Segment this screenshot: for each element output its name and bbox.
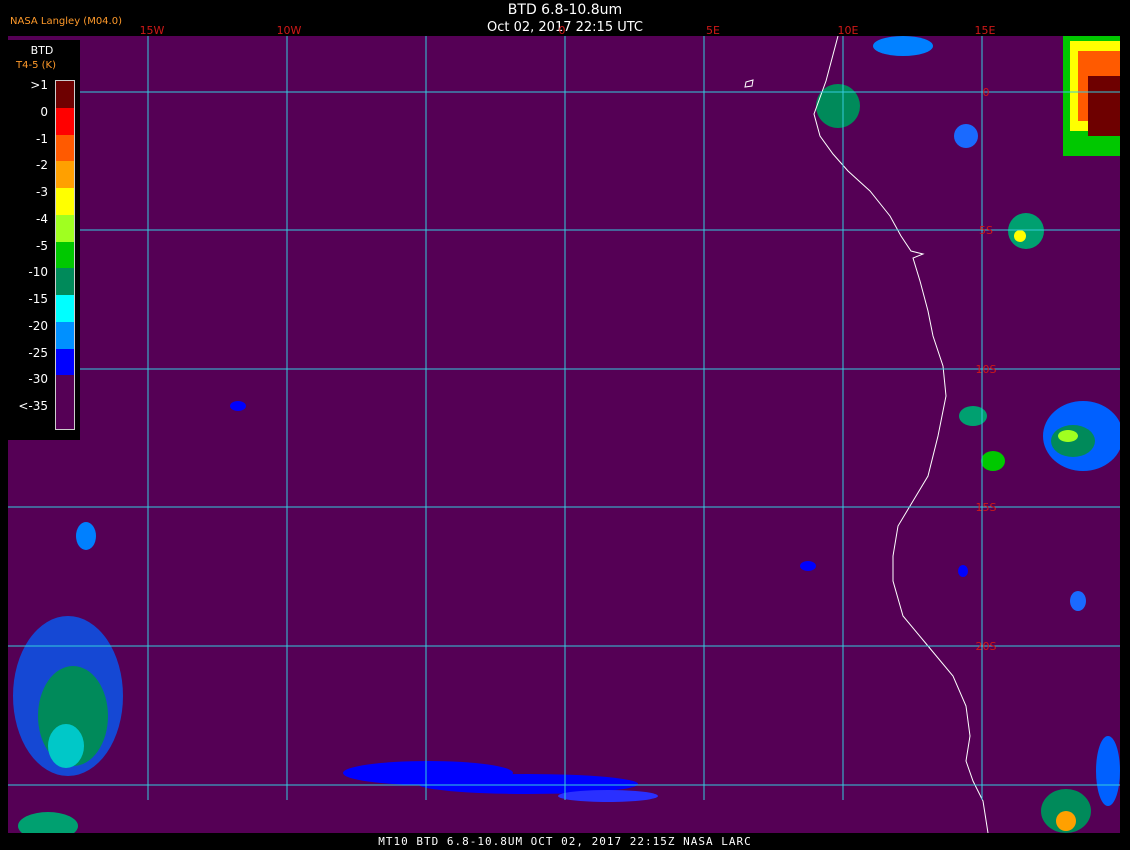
legend-swatch <box>56 241 74 269</box>
legend-tick-label: -2 <box>36 158 48 173</box>
map-viewer: { "header": { "title": "BTD 6.8-10.8um",… <box>0 0 1130 850</box>
legend-swatch <box>56 348 74 376</box>
legend-tick-label: <-35 <box>18 399 48 414</box>
legend-subtitle: T4-5 (K) <box>16 60 56 71</box>
legend-tick-label: -30 <box>28 372 48 387</box>
legend-tick-label: -1 <box>36 131 48 146</box>
legend-tick-label: 0 <box>40 104 48 119</box>
legend-swatch <box>56 161 74 189</box>
legend-swatch <box>56 188 74 215</box>
legend-tick-label: -3 <box>36 185 48 200</box>
legend-tick-label: -10 <box>28 265 48 280</box>
color-legend: BTD T4-5 (K) >1 0 -1 -2 -3 -4 -5 -10 -15 -20 -25 -3… <box>8 40 80 440</box>
legend-tick-label: >1 <box>30 78 48 92</box>
latitude-label: 10S <box>976 363 997 376</box>
longitude-label: 10W <box>277 24 302 37</box>
footer-caption: MT10 BTD 6.8-10.8UM OCT 02, 2017 22:15Z … <box>378 835 752 848</box>
graticule-overlay: 15W 10W 0 5E 10E 15E 0 5S 10S 15S 20S <box>8 24 1120 800</box>
legend-swatch <box>56 321 74 349</box>
legend-colorbar <box>55 80 75 430</box>
longitude-label: 5E <box>706 24 720 37</box>
latitude-label: 15S <box>976 501 997 514</box>
latitude-label: 20S <box>976 640 997 653</box>
legend-swatch <box>56 295 74 322</box>
legend-tick-label: -5 <box>36 238 48 253</box>
legend-tick-label: -15 <box>28 292 48 307</box>
legend-tick-label: -25 <box>28 345 48 360</box>
legend-tick-label: -20 <box>28 318 48 333</box>
longitude-label: 0 <box>559 24 566 37</box>
legend-swatch <box>56 375 74 403</box>
legend-title: BTD <box>30 44 54 57</box>
latitude-label: 0 <box>983 86 990 99</box>
legend-tick-label: -4 <box>36 211 48 226</box>
latitude-label: 5S <box>979 224 993 237</box>
legend-swatch <box>56 268 74 296</box>
legend-swatch <box>56 134 74 162</box>
legend-swatch <box>56 402 74 429</box>
longitude-label: 10E <box>838 24 859 37</box>
graticule: 15W 10W 0 5E 10E 15E 0 5S 10S 15S 20S <box>8 24 1120 800</box>
longitude-label: 15E <box>975 24 996 37</box>
legend-swatch <box>56 107 74 135</box>
legend-swatch <box>56 81 74 108</box>
longitude-label: 15W <box>140 24 165 37</box>
legend-swatch <box>56 214 74 242</box>
